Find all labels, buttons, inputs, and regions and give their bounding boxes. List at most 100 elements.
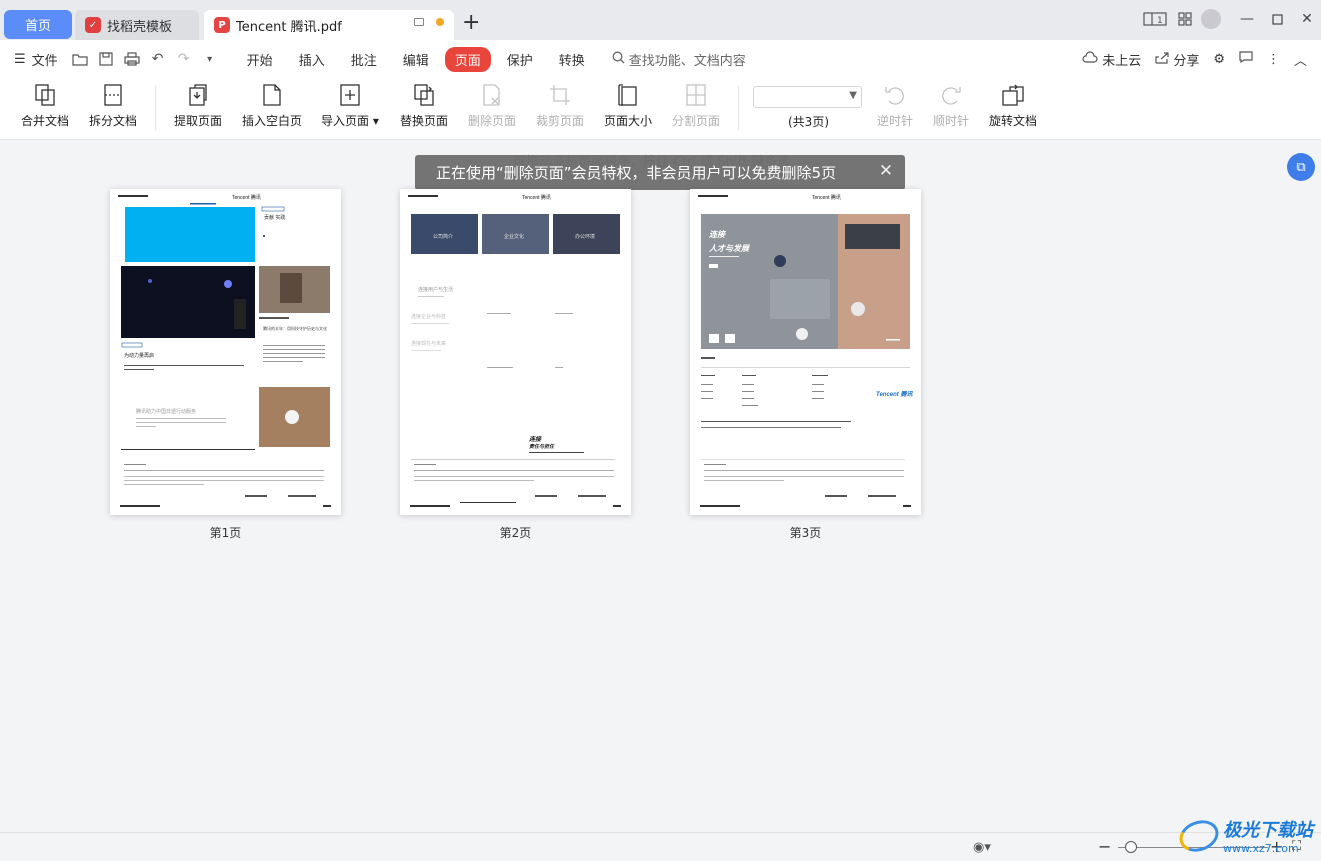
- more-icon[interactable]: ⋮: [1267, 52, 1280, 67]
- insert-blank-page-label: 插入空白页: [242, 114, 303, 128]
- close-icon[interactable]: ✕: [1293, 8, 1321, 30]
- search-icon: [612, 51, 625, 68]
- reading-mode-icon[interactable]: 1: [1141, 8, 1169, 30]
- rotate-ccw-button[interactable]: 逆时针: [877, 82, 913, 129]
- svg-text:1: 1: [1157, 16, 1163, 26]
- monitor-icon[interactable]: [414, 18, 424, 26]
- toast-close-icon[interactable]: ✕: [877, 162, 895, 180]
- svg-text:公司简介: 公司简介: [433, 233, 453, 240]
- page-thumbnail-area: 可拖动调整页面顺序，按住 Ctrl 或 Shift 键多选 正在使用“删除页面”…: [0, 140, 1321, 832]
- tab-page[interactable]: 页面: [444, 46, 491, 72]
- merge-docs-icon: [33, 82, 57, 108]
- replace-page-button[interactable]: 替换页面: [400, 82, 448, 129]
- tab-template[interactable]: ✓ 找稻壳模板: [75, 10, 199, 40]
- delete-page-label: 删除页面: [468, 114, 517, 128]
- svg-text:连接: 连接: [529, 435, 542, 443]
- ribbon-toolbar: 合并文档 拆分文档 提取页面 插入空白页 导入页面 ▾ 替换页面 删除页面 裁剪…: [0, 78, 1321, 140]
- svg-text:Tencent 腾讯: Tencent 腾讯: [232, 194, 261, 201]
- page-label-3: 第3页: [789, 526, 822, 540]
- svg-text:腾讯的半年：用科技守护历史与文化: 腾讯的半年：用科技守护历史与文化: [263, 325, 327, 331]
- tab-protect[interactable]: 保护: [497, 47, 543, 72]
- rotate-cw-icon: [939, 82, 963, 108]
- extract-page-label: 提取页面: [174, 114, 223, 128]
- split-docs-button[interactable]: 拆分文档: [89, 82, 137, 129]
- zoom-out-button[interactable]: −: [1098, 837, 1111, 856]
- title-bar: 首页 ✓ 找稻壳模板 P Tencent 腾讯.pdf + 1 — ✕: [0, 0, 1321, 40]
- page-thumbnail-1[interactable]: Tencent 腾讯 贡献 实践 腾讯的半年：用科技守护历史与文化 为动力量再启: [110, 189, 341, 515]
- status-bar: ◉▾ − + ⛶: [0, 832, 1321, 861]
- minimize-icon[interactable]: —: [1233, 8, 1261, 30]
- window-controls: 1 — ✕: [1139, 8, 1321, 30]
- collapse-ribbon-icon[interactable]: ︿: [1294, 50, 1307, 69]
- tab-status: [414, 18, 444, 26]
- unsaved-dot-icon: [436, 18, 444, 26]
- watermark: 极光下载站 www.xz7.com: [1175, 814, 1313, 857]
- tab-start[interactable]: 开始: [237, 47, 283, 72]
- rotate-doc-button[interactable]: 旋转文档: [989, 82, 1037, 129]
- print-icon[interactable]: [122, 49, 142, 69]
- avatar[interactable]: [1201, 9, 1221, 29]
- svg-text:连接: 连接: [709, 230, 727, 239]
- zoom-slider-handle[interactable]: [1125, 841, 1137, 853]
- split-docs-icon: [101, 82, 125, 108]
- tab-home[interactable]: 首页: [4, 10, 72, 39]
- cloud-label: 未上云: [1102, 53, 1142, 69]
- svg-text:人才与发展: 人才与发展: [708, 244, 750, 253]
- watermark-logo-icon: [1175, 814, 1223, 857]
- svg-text:Tencent 腾讯: Tencent 腾讯: [876, 390, 913, 398]
- rotate-cw-label: 顺时针: [933, 114, 970, 128]
- ribbon-divider: [155, 86, 156, 130]
- svg-text:Tencent 腾讯: Tencent 腾讯: [812, 194, 841, 201]
- maximize-icon[interactable]: [1263, 8, 1291, 30]
- svg-text:连接企业与科技: 连接企业与科技: [411, 313, 446, 320]
- new-tab-button[interactable]: +: [462, 12, 480, 34]
- chevron-down-icon: ▼: [849, 90, 857, 101]
- search-box[interactable]: 查找功能、文档内容: [612, 50, 746, 69]
- delete-page-button[interactable]: 删除页面: [468, 82, 516, 129]
- page-label-1: 第1页: [209, 526, 242, 540]
- tab-document[interactable]: P Tencent 腾讯.pdf: [204, 10, 454, 40]
- import-page-icon: [338, 82, 362, 108]
- page-thumbnail-3[interactable]: Tencent 腾讯 连接 人才与发展 Tencent 腾讯: [690, 189, 921, 515]
- eye-protection-icon[interactable]: ◉▾: [973, 840, 991, 855]
- tab-document-label: Tencent 腾讯.pdf: [236, 19, 342, 35]
- rotate-doc-icon: [1001, 82, 1025, 108]
- import-page-button[interactable]: 导入页面 ▾: [321, 82, 379, 129]
- extract-page-button[interactable]: 提取页面: [174, 82, 222, 129]
- redo-icon[interactable]: ↷: [174, 49, 194, 69]
- side-panel-fab-icon[interactable]: ⧉: [1287, 153, 1315, 181]
- chevron-down-icon[interactable]: ▾: [200, 49, 220, 69]
- page-size-button[interactable]: 页面大小: [604, 82, 652, 129]
- share-button[interactable]: 分享: [1155, 50, 1199, 69]
- save-icon[interactable]: [96, 49, 116, 69]
- cloud-button[interactable]: 未上云: [1082, 50, 1141, 69]
- grid-apps-icon[interactable]: [1171, 8, 1199, 30]
- tab-comment[interactable]: 批注: [341, 47, 387, 72]
- crop-page-label: 裁剪页面: [536, 114, 585, 128]
- import-page-label: 导入页面 ▾: [321, 114, 379, 128]
- page-range-select[interactable]: ▼: [753, 86, 862, 108]
- open-folder-icon[interactable]: [70, 49, 90, 69]
- share-icon: [1155, 51, 1169, 68]
- page-size-icon: [616, 82, 640, 108]
- replace-page-icon: [412, 82, 436, 108]
- settings-gear-icon[interactable]: ⚙: [1213, 52, 1225, 67]
- delete-page-icon: [480, 82, 504, 108]
- tab-insert[interactable]: 插入: [289, 47, 335, 72]
- svg-text:责任与担任: 责任与担任: [529, 443, 555, 450]
- cloud-icon: [1082, 51, 1098, 67]
- rotate-cw-button[interactable]: 顺时针: [933, 82, 969, 129]
- svg-text:为动力量再启: 为动力量再启: [124, 352, 154, 359]
- split-page-button[interactable]: 分割页面: [672, 82, 720, 129]
- crop-page-button[interactable]: 裁剪页面: [536, 82, 584, 129]
- tab-convert[interactable]: 转换: [549, 47, 595, 72]
- comment-bubble-icon[interactable]: [1239, 51, 1253, 67]
- merge-docs-button[interactable]: 合并文档: [21, 82, 69, 129]
- page-thumbnail-2[interactable]: Tencent 腾讯 公司简介 企业文化 办公环境 连接用户与生活 连接企业与科…: [400, 189, 631, 515]
- insert-blank-page-button[interactable]: 插入空白页: [242, 82, 302, 129]
- svg-text:连接用户与生活: 连接用户与生活: [418, 286, 453, 293]
- file-menu[interactable]: ☰ 文件: [14, 50, 58, 69]
- tab-edit[interactable]: 编辑: [393, 47, 439, 72]
- undo-icon[interactable]: ↶: [148, 49, 168, 69]
- tab-home-label: 首页: [24, 19, 51, 34]
